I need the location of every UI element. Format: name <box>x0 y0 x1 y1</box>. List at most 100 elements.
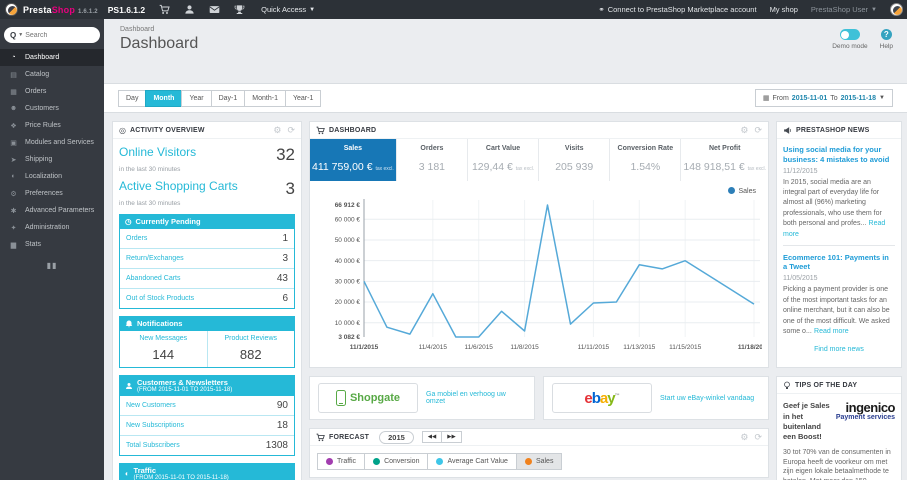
user-menu[interactable]: PrestaShop User ▼ <box>811 5 877 14</box>
breadcrumb[interactable]: Dashboard <box>120 26 154 33</box>
online-visitors-value: 32 <box>276 145 295 164</box>
customers-row-new-subscriptions[interactable]: New Subscriptions 18 <box>120 416 294 436</box>
find-more-news-link[interactable]: Find more news <box>783 336 895 361</box>
svg-text:50 000 €: 50 000 € <box>335 237 361 244</box>
sidebar-item-catalog[interactable]: ▤ Catalog <box>0 66 104 83</box>
sidebar-item-dashboard[interactable]: ◔ Dashboard <box>0 49 104 66</box>
search-input[interactable] <box>25 31 84 39</box>
administration-icon: ✦ <box>10 224 17 232</box>
pending-row-returns[interactable]: Return/Exchanges 3 <box>120 249 294 269</box>
toggle-icon[interactable] <box>839 29 860 40</box>
forecast-next-button[interactable]: ▶▶ <box>441 431 462 443</box>
advanced-parameters-icon: ✱ <box>10 207 17 215</box>
help-icon[interactable]: ? <box>880 29 892 40</box>
sales-chart: Sales 3 082 € 10 000 € 20 000 € 30 000 € 40 … <box>310 181 770 367</box>
panel-settings-icon[interactable]: ⚙ <box>740 125 748 136</box>
kpi-cart-value[interactable]: Cart Value 129,44 € tax excl. <box>468 139 540 181</box>
online-visitors-link[interactable]: Online Visitors <box>119 145 196 159</box>
forecast-avg-cart-value-button[interactable]: Average Cart Value <box>427 453 517 470</box>
customers-row-new-customers[interactable]: New Customers 90 <box>120 396 294 416</box>
panel-settings-icon[interactable]: ⚙ <box>273 125 281 136</box>
pending-row-abandoned-carts[interactable]: Abandoned Carts 43 <box>120 269 294 289</box>
news-article-title[interactable]: Using social media for your business: 4 … <box>783 145 895 165</box>
customer-icon[interactable] <box>184 4 195 15</box>
notif-new-messages[interactable]: New Messages 144 <box>120 331 207 367</box>
cart-icon <box>316 126 325 135</box>
trophy-icon[interactable] <box>234 4 245 15</box>
sidebar-item-administration[interactable]: ✦ Administration <box>0 219 104 236</box>
kpi-net-profit[interactable]: Net Profit 148 918,51 € tax excl. <box>681 139 768 181</box>
sidebar-item-customers[interactable]: ☻ Customers <box>0 100 104 117</box>
quick-access-menu[interactable]: Quick Access ▼ <box>261 5 315 14</box>
news-article-excerpt: In 2015, social media are an integral pa… <box>783 178 882 228</box>
search-scope-caret-icon[interactable]: ▼ <box>18 32 23 38</box>
active-carts-link[interactable]: Active Shopping Carts <box>119 179 238 193</box>
range-month-1-button[interactable]: Month-1 <box>244 89 286 107</box>
range-month-button[interactable]: Month <box>145 89 183 107</box>
customers-row-total-subscribers[interactable]: Total Subscribers 1308 <box>120 436 294 455</box>
pending-row-orders[interactable]: Orders 1 <box>120 229 294 249</box>
help-button[interactable]: ? Help <box>880 29 893 50</box>
news-article-date: 11/05/2015 <box>783 275 818 283</box>
legend-dot-icon <box>728 187 736 194</box>
range-year-1-button[interactable]: Year-1 <box>284 89 322 107</box>
shopgate-link[interactable]: Ga mobiel en verhoog uw omzet <box>426 391 526 405</box>
traffic-dot-icon <box>326 458 333 465</box>
my-shop-link[interactable]: My shop <box>770 5 798 14</box>
demo-mode-toggle[interactable]: Demo mode <box>832 29 868 50</box>
sidebar: Q ▼ ◔Dashboard ▤Catalog ▦Orders ☻Custome… <box>0 19 104 480</box>
svg-text:11/6/2015: 11/6/2015 <box>464 344 493 351</box>
tips-of-the-day-panel: TIPS OF THE DAY ingenico Payment service… <box>776 376 902 480</box>
sidebar-collapse-icon[interactable]: ▮▮ <box>0 261 104 270</box>
sidebar-search[interactable]: Q ▼ <box>4 27 100 43</box>
notifications-list: New Messages 144 Product Reviews 882 <box>119 331 295 368</box>
kpi-visits[interactable]: Visits 205 939 <box>539 139 611 181</box>
kpi-orders[interactable]: Orders 3 181 <box>397 139 468 181</box>
customers-list: New Customers 90 New Subscriptions 18 Tota… <box>119 396 295 456</box>
traffic-date-range: (FROM 2015-11-01 TO 2015-11-18) <box>133 475 229 480</box>
news-article: Using social media for your business: 4 … <box>783 145 895 238</box>
currently-pending-list: Orders 1 Return/Exchanges 3 Abandoned Cart… <box>119 229 295 309</box>
sidebar-item-modules[interactable]: ▣ Modules and Services <box>0 134 104 151</box>
range-day-1-button[interactable]: Day-1 <box>210 89 246 107</box>
svg-text:30 000 €: 30 000 € <box>335 279 361 286</box>
chevron-down-icon: ▼ <box>879 95 885 101</box>
kpi-conversion-rate[interactable]: Conversion Rate 1.54% <box>610 139 682 181</box>
shop-name[interactable]: PS1.6.1.2 <box>108 5 145 15</box>
forecast-sales-button[interactable]: Sales <box>515 453 563 470</box>
forecast-traffic-button[interactable]: Traffic <box>317 453 366 470</box>
forecast-prev-button[interactable]: ◀◀ <box>421 431 443 443</box>
panel-settings-icon[interactable]: ⚙ <box>740 432 748 443</box>
cart-icon[interactable] <box>159 4 170 15</box>
news-article-title[interactable]: Ecommerce 101: Payments in a Tweet <box>783 253 895 273</box>
range-day-button[interactable]: Day <box>118 89 147 107</box>
pending-row-out-of-stock[interactable]: Out of Stock Products 6 <box>120 289 294 308</box>
date-range-picker[interactable]: ▦ From 2015-11-01 To 2015-11-18 ▼ <box>754 89 893 107</box>
ebay-logo[interactable]: ebay™ <box>552 383 652 413</box>
sidebar-item-shipping[interactable]: ➤ Shipping <box>0 151 104 168</box>
notif-product-reviews[interactable]: Product Reviews 882 <box>206 331 295 367</box>
messages-icon[interactable] <box>209 4 220 15</box>
sales-dot-icon <box>524 458 532 465</box>
ebay-link[interactable]: Start uw eBay-winkel vandaag <box>660 395 754 402</box>
shopgate-logo[interactable]: Shopgate <box>318 383 418 413</box>
sidebar-item-price-rules[interactable]: ❖ Price Rules <box>0 117 104 134</box>
forecast-legend: Traffic Conversion Average Cart Value Sa… <box>317 453 761 470</box>
user-avatar[interactable] <box>890 3 903 16</box>
forecast-conversion-button[interactable]: Conversion <box>364 453 429 470</box>
marketplace-connect-link[interactable]: ⚭ Connect to PrestaShop Marketplace accou… <box>598 5 756 14</box>
range-year-button[interactable]: Year <box>181 89 212 107</box>
shopgate-module-card: Shopgate Ga mobiel en verhoog uw omzet <box>309 376 535 420</box>
chevron-down-icon: ▼ <box>309 6 316 13</box>
prestashop-news-panel: PRESTASHOP NEWS Using social media for y… <box>776 121 902 369</box>
sidebar-item-localization[interactable]: ◐ Localization <box>0 168 104 185</box>
panel-refresh-icon[interactable]: ⟳ <box>754 125 762 136</box>
panel-refresh-icon[interactable]: ⟳ <box>754 432 762 443</box>
sidebar-item-preferences[interactable]: ⚙ Preferences <box>0 185 104 202</box>
kpi-sales[interactable]: Sales 411 759,00 € tax excl. <box>310 139 397 181</box>
sidebar-item-advanced-parameters[interactable]: ✱ Advanced Parameters <box>0 202 104 219</box>
sidebar-item-orders[interactable]: ▦ Orders <box>0 83 104 100</box>
sidebar-item-stats[interactable]: ▆ Stats <box>0 236 104 253</box>
panel-refresh-icon[interactable]: ⟳ <box>287 125 295 136</box>
read-more-link[interactable]: Read more <box>814 328 849 335</box>
